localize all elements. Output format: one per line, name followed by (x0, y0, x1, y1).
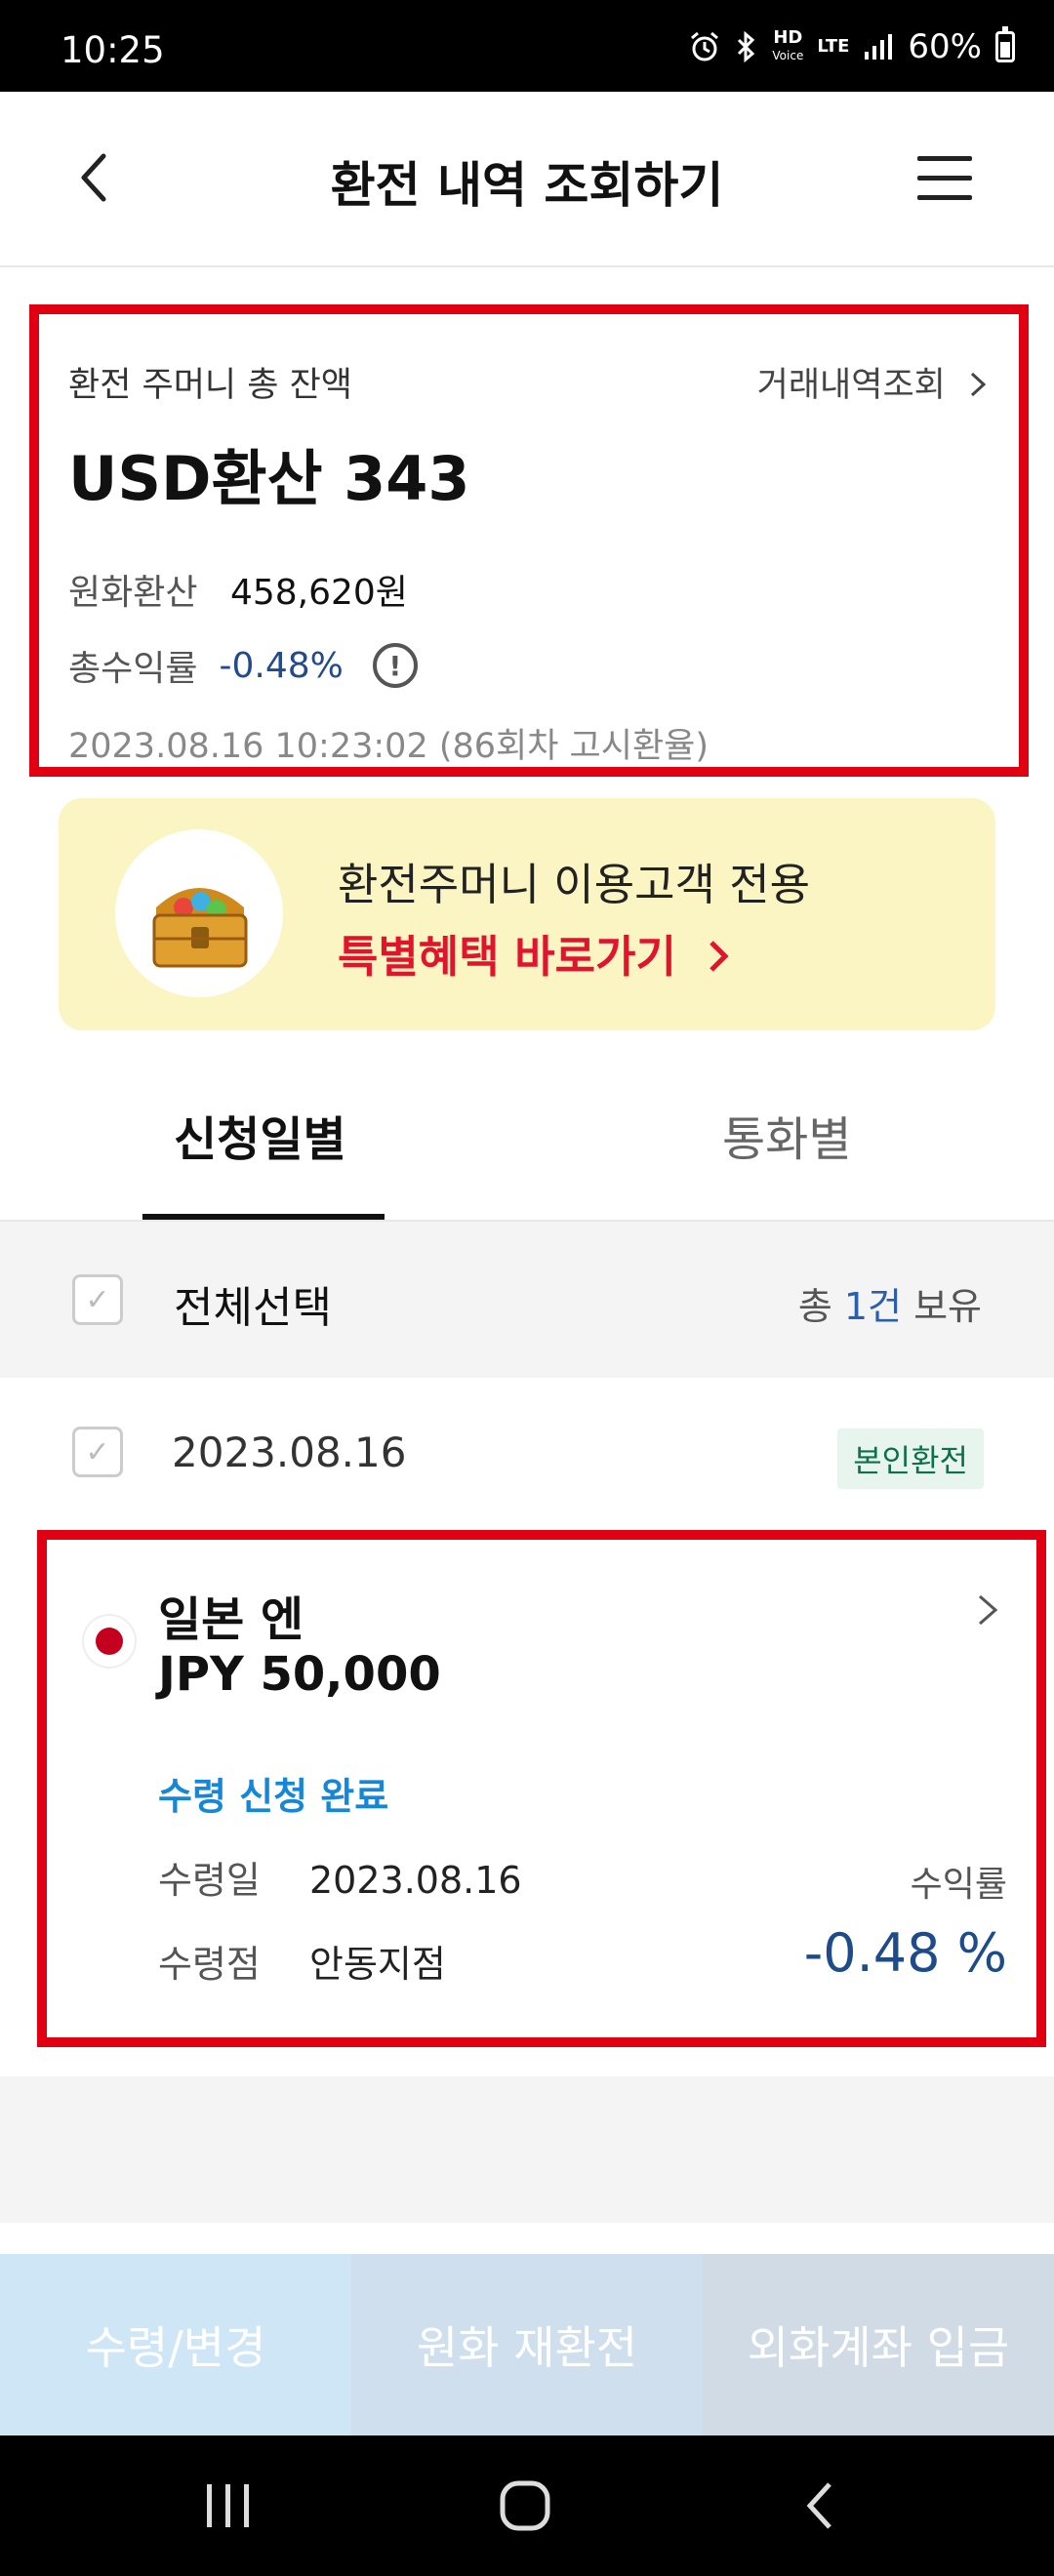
date-group-checkbox[interactable]: ✓ (72, 1427, 123, 1477)
receive-date-row: 수령일 2023.08.16 (158, 1850, 522, 1904)
tab-by-date[interactable]: 신청일별 (174, 1101, 346, 1169)
select-all-label: 전체선택 (174, 1283, 332, 1333)
page-title: 환전 내역 조회하기 (330, 157, 724, 214)
fx-account-deposit-button[interactable]: 외화계좌 입금 (703, 2254, 1054, 2435)
total-return: 총수익률 -0.48% ! (68, 640, 418, 691)
currency-amount: JPY 50,000 (158, 1647, 441, 1702)
group-date: 2023.08.16 (172, 1429, 407, 1476)
receive-status: 수령 신청 완료 (158, 1775, 389, 1818)
hd-label: HD (773, 27, 803, 48)
bluetooth-icon (738, 30, 755, 63)
battery-percent: 60% (908, 27, 982, 66)
menu-line (917, 156, 972, 161)
krw-conversion: 원화환산 458,620원 (68, 564, 408, 615)
exchange-item-card[interactable]: 일본 엔 JPY 50,000 수령 신청 완료 수령일 2023.08.16 … (37, 1530, 1046, 2047)
count-number: 1건 (843, 1285, 902, 1328)
receive-date-label: 수령일 (158, 1859, 261, 1902)
promo-icon-circle (115, 829, 283, 997)
status-bar: 10:25 HD Voice LTE 60% (0, 0, 1054, 92)
back-nav-icon[interactable] (800, 2478, 839, 2533)
info-icon[interactable]: ! (372, 643, 418, 688)
tab-active-indicator (142, 1214, 385, 1220)
receive-date: 2023.08.16 (308, 1859, 522, 1902)
item-return-label: 수익률 (910, 1865, 1007, 1905)
treasure-chest-icon (152, 888, 248, 968)
branch-name: 안동지점 (308, 1943, 446, 1986)
voice-label: Voice (772, 49, 804, 62)
home-icon[interactable] (498, 2478, 552, 2533)
receive-change-button[interactable]: 수령/변경 (0, 2254, 351, 2435)
promo-link-label: 특별혜택 바로가기 (338, 931, 676, 983)
branch-row: 수령점 안동지점 (158, 1934, 446, 1988)
date-group-row: ✓ 2023.08.16 본인환전 (0, 1378, 1054, 1524)
return-value: -0.48% (219, 645, 344, 686)
select-all-checkbox[interactable]: ✓ (72, 1274, 123, 1325)
system-nav-bar (0, 2435, 1054, 2576)
self-exchange-badge: 본인환전 (837, 1429, 984, 1489)
promo-banner[interactable]: 환전주머니 이용고객 전용 특별혜택 바로가기 (59, 798, 995, 1030)
item-return-value: -0.48 % (803, 1922, 1007, 1984)
balance-label: 환전 주머니 총 잔액 (68, 366, 352, 405)
branch-label: 수령점 (158, 1943, 261, 1986)
count-prefix: 총 (797, 1285, 844, 1328)
chevron-right-icon[interactable] (968, 1590, 1007, 1630)
holding-count: 총 1건 보유 (798, 1276, 982, 1330)
krw-value: 458,620원 (229, 573, 408, 613)
krw-label: 원화환산 (68, 573, 198, 613)
history-link[interactable]: 거래내역조회 (757, 357, 990, 407)
lte-label: LTE (817, 36, 850, 57)
japan-flag-icon (84, 1616, 135, 1667)
recent-apps-icon[interactable] (201, 2480, 256, 2531)
signal-icon (865, 34, 893, 60)
hd-voice-indicator: HD Voice (772, 29, 803, 64)
history-link-label: 거래내역조회 (756, 366, 946, 405)
select-all-row: ✓ 전체선택 총 1건 보유 (0, 1222, 1054, 1378)
rate-timestamp: 2023.08.16 10:23:02 (86회차 고시환율) (68, 727, 709, 766)
spacer-area (0, 2076, 1054, 2223)
app-header: 환전 내역 조회하기 (0, 92, 1054, 267)
tab-bar: 신청일별 통화별 (0, 1032, 1054, 1222)
promo-line2: 특별혜택 바로가기 (338, 921, 733, 985)
chevron-right-icon (970, 372, 987, 397)
hamburger-menu-icon[interactable] (917, 156, 972, 201)
status-icons: HD Voice LTE 60% (688, 26, 1015, 66)
return-label: 총수익률 (68, 649, 198, 689)
tab-by-currency[interactable]: 통화별 (722, 1101, 851, 1169)
battery-icon (995, 26, 1015, 62)
balance-summary-card: 환전 주머니 총 잔액 거래내역조회 USD환산 343 원화환산 458,62… (29, 304, 1029, 777)
menu-line (917, 195, 972, 200)
promo-line1: 환전주머니 이용고객 전용 (338, 859, 811, 910)
chevron-right-icon (709, 941, 729, 972)
menu-line (917, 176, 972, 181)
usd-total-amount: USD환산 343 (68, 443, 470, 514)
currency-name: 일본 엔 (158, 1592, 304, 1647)
krw-reexchange-button[interactable]: 원화 재환전 (351, 2254, 703, 2435)
status-time: 10:25 (61, 29, 165, 71)
count-suffix: 보유 (902, 1285, 982, 1328)
alarm-icon (691, 31, 719, 61)
bottom-action-bar: 수령/변경 원화 재환전 외화계좌 입금 (0, 2254, 1054, 2435)
